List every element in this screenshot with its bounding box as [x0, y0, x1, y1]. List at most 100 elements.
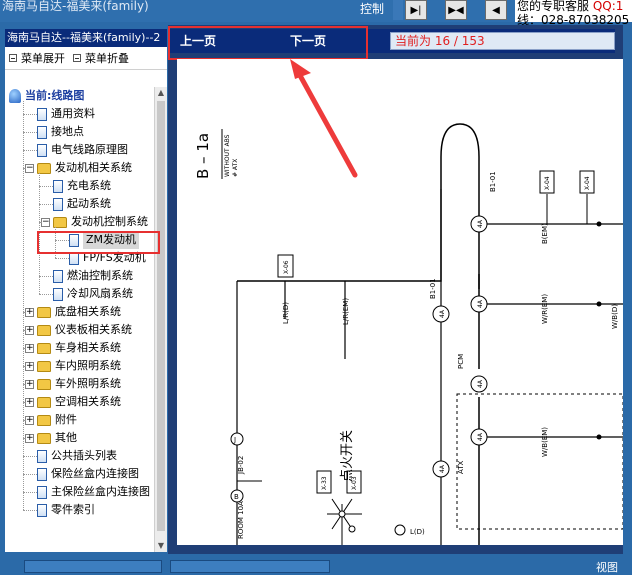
tree-item[interactable]: + 底盘相关系统 — [25, 303, 121, 321]
tree-item-label: 空调相关系统 — [55, 395, 121, 408]
expand-icon — [9, 54, 17, 62]
tree-item-label: 发动机相关系统 — [55, 161, 132, 174]
tree-item[interactable]: + 其他 — [25, 429, 77, 447]
wire-labels: L/R(D) L/R(EM) B(EM) W/R(EM) W/B(EM) W/B… — [237, 171, 619, 539]
tree-item[interactable]: 充电系统 — [53, 177, 111, 195]
folder-icon — [37, 324, 51, 336]
terminal-label: 4A — [477, 299, 484, 308]
expand-node-icon[interactable]: + — [25, 397, 34, 407]
tree-item[interactable]: 通用资料 — [37, 105, 95, 123]
wire-label: L/R(EM) — [342, 298, 350, 325]
wiring-diagram-page[interactable]: B – 1a WITHOUT ABS # ATX X-06 X-04 X-04 … — [177, 59, 623, 552]
folder-icon — [37, 360, 51, 372]
tree-item[interactable]: + 车身相关系统 — [25, 339, 121, 357]
expand-node-icon[interactable]: + — [25, 433, 34, 443]
tree-item[interactable]: 保险丝盒内连接图 — [37, 465, 139, 483]
connector-x04-a: X-04 — [539, 170, 555, 194]
tree-connector — [23, 114, 37, 115]
document-icon — [37, 107, 47, 121]
diagram-note-2: # ATX — [232, 159, 239, 177]
tree-item[interactable]: + 空调相关系统 — [25, 393, 121, 411]
expand-node-icon[interactable]: + — [25, 415, 34, 425]
tree-connector — [39, 276, 53, 277]
tree-item[interactable]: + 车内照明系统 — [25, 357, 121, 375]
scroll-thumb[interactable] — [157, 101, 165, 531]
wire-label: W/R(EM) — [541, 294, 549, 324]
tree-item[interactable]: 公共插头列表 — [37, 447, 117, 465]
control-label: 控制 — [360, 2, 385, 16]
collapse-node-icon[interactable]: − — [25, 163, 34, 173]
tree-connector — [39, 204, 53, 205]
left-panel-title: 海南马自达--福美来(family)--2 — [5, 29, 167, 47]
connector-label: X-06 — [283, 260, 290, 274]
expand-node-icon[interactable]: + — [25, 325, 34, 335]
tree-connector — [23, 456, 37, 457]
document-icon — [37, 467, 47, 481]
connector-label: X-04 — [544, 176, 551, 190]
tree-item-label: 车内照明系统 — [55, 359, 121, 372]
expand-node-icon[interactable]: + — [25, 361, 34, 371]
expand-all-button[interactable]: 菜单展开 — [9, 50, 65, 66]
connector-x06: X-06 — [277, 254, 294, 278]
document-scrollbar[interactable] — [168, 545, 623, 554]
folder-icon — [37, 342, 51, 354]
expand-all-label: 菜单展开 — [21, 52, 65, 65]
fit-page-button[interactable]: ▶◀ — [445, 0, 467, 20]
tree-item[interactable]: 主保险丝盒内连接图 — [37, 483, 150, 501]
tree-connector — [23, 492, 37, 493]
page-indicator-text: 当前为 16 / 153 — [395, 34, 485, 48]
scroll-up-icon[interactable]: ▲ — [155, 87, 167, 99]
tree-item[interactable]: 零件索引 — [37, 501, 95, 519]
tree-item[interactable]: − 发动机控制系统 — [41, 213, 148, 231]
tree-item-label: 车身相关系统 — [55, 341, 121, 354]
wire-label: B(EM) — [541, 223, 549, 244]
wire-label: B1-01 — [489, 171, 497, 192]
tree-item[interactable]: − 发动机相关系统 — [25, 159, 132, 177]
tree-item-label: 底盘相关系统 — [55, 305, 121, 318]
bottom-button-left[interactable] — [24, 560, 162, 573]
expand-node-icon[interactable]: + — [25, 343, 34, 353]
wire-label: PCM — [457, 354, 465, 369]
tree-connector — [23, 474, 37, 475]
document-icon — [37, 485, 47, 499]
wire-label: JB-02 — [237, 456, 245, 475]
tree-item-label: 公共插头列表 — [51, 449, 117, 462]
back-button[interactable]: ◀ — [485, 0, 507, 20]
tree-item-label: 通用资料 — [51, 107, 95, 120]
tree-scrollbar[interactable]: ▲ ▼ — [154, 87, 167, 552]
folder-open-icon — [53, 216, 67, 228]
tree-connector — [55, 258, 69, 259]
expand-node-icon[interactable]: + — [25, 307, 34, 317]
tree-item[interactable]: + 附件 — [25, 411, 77, 429]
window-title: 海南马自达-福美来(family) — [2, 0, 149, 13]
collapse-node-icon[interactable]: − — [41, 217, 50, 227]
tree-item[interactable]: 电气线路原理图 — [37, 141, 128, 159]
tree-item[interactable]: 起动系统 — [53, 195, 111, 213]
tree-item[interactable]: 燃油控制系统 — [53, 267, 133, 285]
tree-item-label: 起动系统 — [67, 197, 111, 210]
left-panel: 海南马自达--福美来(family)--2 菜单展开 菜单折叠 当前:线路图通用… — [5, 29, 167, 552]
tree-item-label: 接地点 — [51, 125, 84, 138]
tree-connector — [23, 132, 37, 133]
tree-item[interactable]: 当前:线路图 — [9, 87, 84, 105]
document-icon — [37, 449, 47, 463]
page-indicator: 当前为 16 / 153 — [390, 32, 615, 50]
tree-item[interactable]: + 车外照明系统 — [25, 375, 121, 393]
tree-item-label: 车外照明系统 — [55, 377, 121, 390]
scroll-down-icon[interactable]: ▼ — [155, 540, 167, 552]
folder-icon — [37, 378, 51, 390]
tree-item[interactable]: 冷却风扇系统 — [53, 285, 133, 303]
tree-item[interactable]: 接地点 — [37, 123, 84, 141]
document-icon — [53, 287, 63, 301]
tree-item[interactable]: + 仪表板相关系统 — [25, 321, 132, 339]
tree-connector — [23, 510, 37, 511]
expand-node-icon[interactable]: + — [25, 379, 34, 389]
collapse-all-button[interactable]: 菜单折叠 — [73, 50, 129, 66]
last-page-button[interactable]: ▶| — [405, 0, 427, 20]
folder-icon — [37, 306, 51, 318]
bottom-button-right[interactable] — [170, 560, 330, 573]
folder-icon — [37, 396, 51, 408]
terminal-label: 4A — [439, 309, 446, 318]
terminal-label: J — [233, 436, 236, 444]
document-icon — [53, 179, 63, 193]
